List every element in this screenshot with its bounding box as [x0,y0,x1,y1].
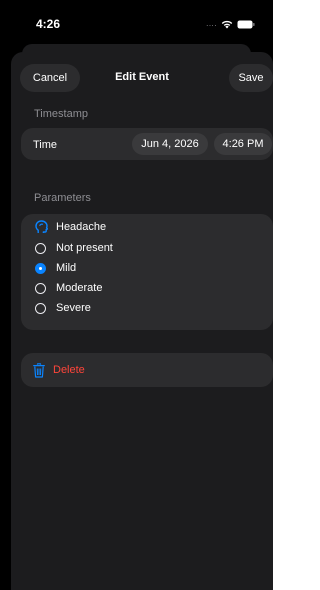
signal-icon: .... [206,19,217,28]
head-icon [35,220,48,233]
battery-icon [237,20,255,29]
delete-button[interactable]: Delete [21,353,273,387]
timestamp-group: Time Jun 4, 2026 4:26 PM [21,128,273,160]
parameter-name: Headache [56,221,107,233]
date-picker[interactable]: Jun 4, 2026 [132,133,208,155]
save-button[interactable]: Save [229,64,273,92]
parameters-group: Headache Not present Mild Moderate Sever… [21,214,273,330]
parameter-headache: Headache [35,219,106,235]
radio-mild-selected[interactable] [35,262,46,274]
timestamp-section-header: Timestamp [34,108,88,120]
status-bar: 4:26 .... [0,0,273,40]
radio-moderate[interactable] [35,282,46,294]
option-label: Mild [56,262,77,274]
time-row-label: Time [33,139,58,151]
phone-screen: 4:26 .... Cancel Edit Event Save Timesta… [0,0,273,590]
trash-icon [33,362,45,378]
wifi-icon [221,20,233,29]
option-moderate[interactable]: Moderate [35,280,102,296]
edit-event-sheet: Cancel Edit Event Save Timestamp Time Ju… [11,52,273,590]
option-label: Moderate [56,282,103,294]
option-severe[interactable]: Severe [35,300,91,316]
status-time: 4:26 [36,17,61,31]
delete-label: Delete [53,364,85,376]
parameters-section-header: Parameters [34,192,91,204]
status-icons: .... [206,19,255,29]
time-picker[interactable]: 4:26 PM [214,133,272,155]
option-label: Not present [56,242,113,254]
option-mild[interactable]: Mild [35,260,76,276]
radio-not-present[interactable] [35,242,46,254]
option-not-present[interactable]: Not present [35,240,113,256]
radio-severe[interactable] [35,302,46,314]
option-label: Severe [56,302,91,314]
